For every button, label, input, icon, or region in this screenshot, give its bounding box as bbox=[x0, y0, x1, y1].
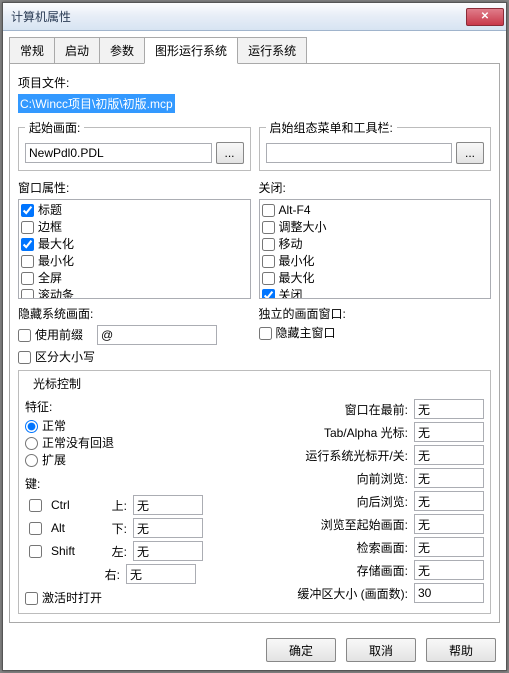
project-file-label: 项目文件: bbox=[18, 74, 491, 91]
activate-open-label: 激活时打开 bbox=[42, 590, 102, 607]
down-label: 下: bbox=[97, 520, 127, 537]
cursor-setting-row: 缓冲区大小 (画面数): bbox=[243, 583, 484, 603]
ctrl-checkbox[interactable] bbox=[29, 499, 42, 512]
close-opt-list[interactable]: Alt-F4调整大小移动最小化最大化关闭 bbox=[259, 199, 492, 299]
list-item[interactable]: 关闭 bbox=[262, 287, 489, 299]
radio-normal-noret-label: 正常没有回退 bbox=[42, 435, 114, 452]
up-input[interactable] bbox=[133, 495, 203, 515]
cursor-setting-input[interactable] bbox=[414, 422, 484, 442]
left-label: 左: bbox=[97, 543, 127, 560]
titlebar[interactable]: 计算机属性 ✕ bbox=[3, 3, 506, 31]
indep-window-label: 独立的画面窗口: bbox=[259, 305, 492, 322]
tab-runtime[interactable]: 运行系统 bbox=[237, 37, 307, 64]
list-item[interactable]: 滚动条 bbox=[21, 287, 248, 299]
hide-sys-label: 隐藏系统画面: bbox=[18, 305, 251, 322]
close-opt-label: 关闭: bbox=[259, 179, 492, 196]
list-item[interactable]: 移动 bbox=[262, 236, 489, 253]
cursor-setting-input[interactable] bbox=[414, 560, 484, 580]
window-title: 计算机属性 bbox=[11, 8, 466, 25]
list-item[interactable]: 全屏 bbox=[21, 270, 248, 287]
case-sensitive-label: 区分大小写 bbox=[35, 349, 95, 366]
cursor-setting-row: 向前浏览: bbox=[243, 468, 484, 488]
up-label: 上: bbox=[97, 497, 127, 514]
window-attr-list[interactable]: 标题边框最大化最小化全屏滚动条 bbox=[18, 199, 251, 299]
hide-main-label: 隐藏主窗口 bbox=[276, 325, 336, 342]
radio-extended[interactable] bbox=[25, 454, 38, 467]
alt-label: Alt bbox=[51, 521, 91, 535]
tab-panel: 项目文件: C:\Wincc项目\初版\初版.mcp 起始画面: ... 启始组… bbox=[9, 63, 500, 623]
cursor-setting-row: 浏览至起始画面: bbox=[243, 514, 484, 534]
list-item[interactable]: 最小化 bbox=[262, 253, 489, 270]
left-input[interactable] bbox=[133, 541, 203, 561]
help-button[interactable]: 帮助 bbox=[426, 638, 496, 662]
use-prefix-label: 使用前缀 bbox=[35, 327, 83, 344]
list-item[interactable]: 边框 bbox=[21, 219, 248, 236]
cursor-setting-input[interactable] bbox=[414, 468, 484, 488]
list-item[interactable]: 调整大小 bbox=[262, 219, 489, 236]
ctrl-label: Ctrl bbox=[51, 498, 91, 512]
list-item[interactable]: 最大化 bbox=[262, 270, 489, 287]
cursor-control-group: 光标控制 特征: 正常 正常没有回退 扩展 键: Ctrl 上: Alt 下: Sh… bbox=[18, 370, 491, 614]
start-menu-browse-button[interactable]: ... bbox=[456, 142, 484, 164]
tab-graphics-runtime[interactable]: 图形运行系统 bbox=[144, 37, 238, 64]
project-file-path[interactable]: C:\Wincc项目\初版\初版.mcp bbox=[18, 94, 175, 113]
start-screen-browse-button[interactable]: ... bbox=[216, 142, 244, 164]
activate-open-checkbox[interactable] bbox=[25, 592, 38, 605]
cursor-setting-row: 向后浏览: bbox=[243, 491, 484, 511]
cursor-setting-row: 存储画面: bbox=[243, 560, 484, 580]
tab-startup[interactable]: 启动 bbox=[54, 37, 100, 64]
cursor-control-legend: 光标控制 bbox=[29, 375, 85, 392]
hide-main-checkbox[interactable] bbox=[259, 327, 272, 340]
list-item[interactable]: Alt-F4 bbox=[262, 202, 489, 219]
tab-params[interactable]: 参数 bbox=[99, 37, 145, 64]
tab-bar: 常规 启动 参数 图形运行系统 运行系统 bbox=[3, 31, 506, 64]
cursor-setting-input[interactable] bbox=[414, 537, 484, 557]
dialog-footer: 确定 取消 帮助 bbox=[3, 630, 506, 670]
start-screen-input[interactable] bbox=[25, 143, 212, 163]
list-item[interactable]: 最大化 bbox=[21, 236, 248, 253]
radio-normal-noret[interactable] bbox=[25, 437, 38, 450]
radio-normal-label: 正常 bbox=[42, 418, 66, 435]
alt-checkbox[interactable] bbox=[29, 522, 42, 535]
right-label: 右: bbox=[90, 566, 120, 583]
cursor-setting-row: 窗口在最前: bbox=[243, 399, 484, 419]
cancel-button[interactable]: 取消 bbox=[346, 638, 416, 662]
list-item[interactable]: 标题 bbox=[21, 202, 248, 219]
cursor-setting-input[interactable] bbox=[414, 583, 484, 603]
down-input[interactable] bbox=[133, 518, 203, 538]
ok-button[interactable]: 确定 bbox=[266, 638, 336, 662]
shift-checkbox[interactable] bbox=[29, 545, 42, 558]
right-input[interactable] bbox=[126, 564, 196, 584]
window-attr-label: 窗口属性: bbox=[18, 179, 251, 196]
radio-extended-label: 扩展 bbox=[42, 452, 66, 469]
cursor-setting-row: 运行系统光标开/关: bbox=[243, 445, 484, 465]
tab-general[interactable]: 常规 bbox=[9, 37, 55, 64]
radio-normal[interactable] bbox=[25, 420, 38, 433]
start-screen-group: 起始画面: ... bbox=[18, 119, 251, 171]
close-icon[interactable]: ✕ bbox=[466, 8, 504, 26]
cursor-setting-row: Tab/Alpha 光标: bbox=[243, 422, 484, 442]
prefix-input[interactable] bbox=[97, 325, 217, 345]
shift-label: Shift bbox=[51, 544, 91, 558]
cursor-setting-input[interactable] bbox=[414, 514, 484, 534]
case-sensitive-checkbox[interactable] bbox=[18, 351, 31, 364]
cursor-setting-input[interactable] bbox=[414, 445, 484, 465]
feature-label: 特征: bbox=[25, 398, 235, 415]
start-menu-input[interactable] bbox=[266, 143, 453, 163]
cursor-right-column: 窗口在最前: Tab/Alpha 光标: 运行系统光标开/关: 向前浏览: 向后浏览: 浏… bbox=[243, 396, 484, 607]
start-screen-legend: 起始画面: bbox=[25, 119, 84, 136]
use-prefix-checkbox[interactable] bbox=[18, 329, 31, 342]
cursor-setting-input[interactable] bbox=[414, 491, 484, 511]
cursor-setting-input[interactable] bbox=[414, 399, 484, 419]
dialog: 计算机属性 ✕ 常规 启动 参数 图形运行系统 运行系统 项目文件: C:\Wi… bbox=[2, 2, 507, 671]
start-menu-group: 启始组态菜单和工具栏: ... bbox=[259, 119, 492, 171]
cursor-setting-row: 检索画面: bbox=[243, 537, 484, 557]
keys-label: 键: bbox=[25, 475, 235, 492]
list-item[interactable]: 最小化 bbox=[21, 253, 248, 270]
start-menu-legend: 启始组态菜单和工具栏: bbox=[266, 119, 397, 136]
